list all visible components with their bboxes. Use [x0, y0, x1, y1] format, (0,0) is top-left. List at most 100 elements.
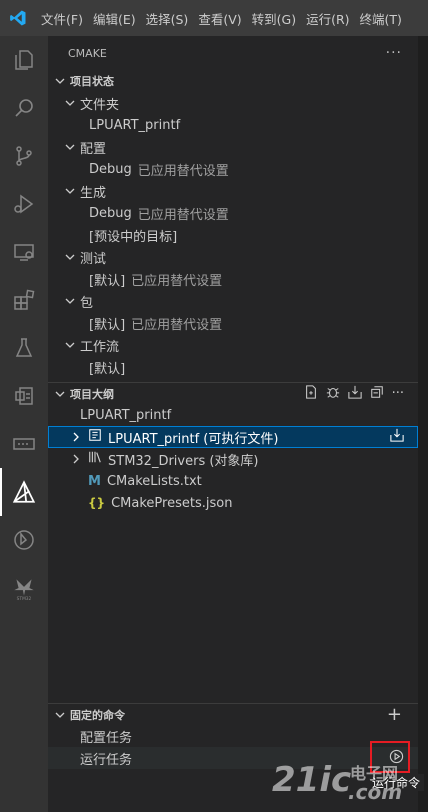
item-label: [默认]	[89, 273, 126, 289]
group-label: 生成	[80, 185, 107, 201]
menu-go[interactable]: 转到(G)	[247, 9, 301, 28]
more-actions-icon[interactable]: ···	[392, 386, 404, 401]
watermark-logo: 21ic 电子网 .com	[272, 760, 422, 810]
device-manager-icon[interactable]	[0, 372, 48, 420]
stm32-icon[interactable]: STM32	[0, 564, 48, 612]
testing-icon[interactable]	[0, 324, 48, 372]
chevron-down-icon	[62, 252, 78, 262]
sidebar-title: CMAKE	[68, 46, 107, 60]
watermark-tld: .com	[348, 780, 403, 804]
explorer-icon[interactable]	[0, 36, 48, 84]
project-status-title: 项目状态	[70, 75, 114, 88]
item-detail: 已应用替代设置	[137, 163, 229, 179]
extensions-icon[interactable]	[0, 276, 48, 324]
debug-icon[interactable]	[326, 385, 340, 403]
project-status-tree[interactable]: 文件夹 LPUART_printf 配置 Debug 已应用替代设置 生成 De…	[48, 92, 418, 382]
menu-view[interactable]: 查看(V)	[193, 9, 246, 28]
item-label: LPUART_printf	[89, 117, 181, 133]
activity-bar: STM32	[0, 36, 48, 812]
search-icon[interactable]	[0, 84, 48, 132]
status-group-workflow[interactable]: 工作流	[48, 334, 418, 356]
svg-text:STM32: STM32	[17, 596, 32, 601]
status-item[interactable]: [预设中的目标]	[48, 224, 418, 246]
chevron-down-icon	[62, 142, 78, 152]
build-icon[interactable]	[347, 385, 362, 403]
menu-bar: 文件(F) 编辑(E) 选择(S) 查看(V) 转到(G) 运行(R) 终端(T…	[36, 0, 407, 36]
menu-run[interactable]: 运行(R)	[301, 9, 354, 28]
add-icon[interactable]: +	[387, 705, 418, 724]
project-outline-title: 项目大纲	[70, 387, 114, 401]
status-item[interactable]: [默认] 已应用替代设置	[48, 312, 418, 334]
outline-item-label: STM32_Drivers (对象库)	[108, 453, 259, 469]
chevron-right-icon	[68, 432, 84, 442]
cmake-file-icon: M	[88, 473, 101, 489]
serial-monitor-icon[interactable]	[0, 420, 48, 468]
outline-root[interactable]: LPUART_printf	[48, 404, 418, 426]
status-group-folder[interactable]: 文件夹	[48, 92, 418, 114]
remote-explorer-icon[interactable]	[0, 228, 48, 276]
status-item[interactable]: LPUART_printf	[48, 114, 418, 136]
status-group-build[interactable]: 生成	[48, 180, 418, 202]
outline-item-label: CMakeLists.txt	[106, 473, 202, 489]
executable-icon	[88, 428, 102, 446]
status-item[interactable]: Debug 已应用替代设置	[48, 158, 418, 180]
chevron-down-icon	[62, 186, 78, 196]
outline-item-label: LPUART_printf (可执行文件)	[108, 431, 279, 447]
menu-file[interactable]: 文件(F)	[36, 9, 88, 28]
chevron-down-icon	[62, 296, 78, 306]
item-label: [默认]	[89, 361, 126, 377]
status-group-package[interactable]: 包	[48, 290, 418, 312]
group-label: 测试	[80, 251, 107, 267]
chevron-right-icon	[68, 454, 84, 464]
outline-actions: ···	[304, 384, 418, 403]
build-target-icon[interactable]	[390, 428, 404, 446]
status-item[interactable]: Debug 已应用替代设置	[48, 202, 418, 224]
outline-root-label: LPUART_printf	[80, 407, 172, 423]
item-label: Debug	[89, 161, 132, 177]
item-label: Debug	[89, 205, 132, 221]
vscode-logo-icon	[0, 0, 36, 36]
sidebar-header: CMAKE ···	[48, 36, 418, 70]
outline-item-cmakelists[interactable]: M CMakeLists.txt	[48, 470, 418, 492]
item-detail: 已应用替代设置	[131, 273, 223, 289]
group-label: 文件夹	[80, 97, 120, 113]
watermark-brand: 21ic	[272, 760, 352, 800]
menu-selection[interactable]: 选择(S)	[141, 9, 194, 28]
chevron-down-icon	[52, 710, 68, 720]
chevron-down-icon	[62, 340, 78, 350]
pinned-command-label: 运行任务	[80, 752, 133, 768]
cmake-icon[interactable]	[0, 468, 48, 516]
status-group-config[interactable]: 配置	[48, 136, 418, 158]
editor-edge	[418, 36, 428, 812]
group-label: 配置	[80, 141, 107, 157]
library-icon	[88, 450, 102, 468]
group-label: 包	[80, 295, 94, 311]
menu-terminal[interactable]: 终端(T)	[355, 9, 407, 28]
more-actions-icon[interactable]: ···	[386, 45, 402, 61]
status-group-test[interactable]: 测试	[48, 246, 418, 268]
item-label: [预设中的目标]	[89, 229, 178, 245]
pinned-command-label: 配置任务	[80, 730, 133, 746]
source-control-icon[interactable]	[0, 132, 48, 180]
project-status-header[interactable]: 项目状态	[48, 70, 418, 92]
item-detail: 已应用替代设置	[137, 207, 229, 223]
group-label: 工作流	[80, 339, 120, 355]
cmake-tools-icon[interactable]	[0, 516, 48, 564]
menu-edit[interactable]: 编辑(E)	[88, 9, 141, 28]
project-outline-header[interactable]: 项目大纲 ···	[48, 382, 418, 404]
new-file-icon[interactable]	[304, 384, 318, 403]
chevron-down-icon	[52, 389, 68, 399]
run-debug-icon[interactable]	[0, 180, 48, 228]
outline-item-presets[interactable]: {} CMakePresets.json	[48, 492, 418, 514]
outline-item-library[interactable]: STM32_Drivers (对象库)	[48, 448, 418, 470]
pinned-commands-title: 固定的命令	[70, 708, 125, 722]
chevron-down-icon	[62, 98, 78, 108]
chevron-down-icon	[52, 76, 68, 86]
outline-item-executable[interactable]: LPUART_printf (可执行文件)	[48, 426, 418, 448]
collapse-all-icon[interactable]	[370, 385, 384, 403]
item-label: [默认]	[89, 317, 126, 333]
pinned-command-item[interactable]: 配置任务	[48, 725, 418, 747]
status-item[interactable]: [默认] 已应用替代设置	[48, 268, 418, 290]
pinned-commands-header[interactable]: 固定的命令 +	[48, 703, 418, 725]
status-item[interactable]: [默认]	[48, 356, 418, 378]
